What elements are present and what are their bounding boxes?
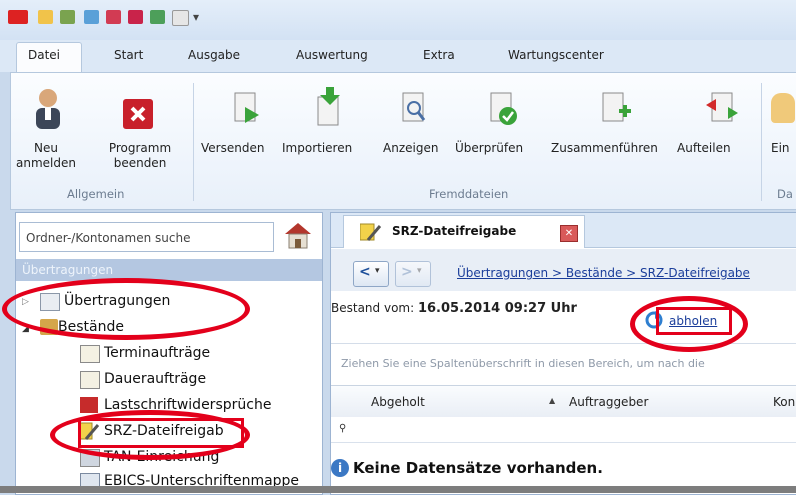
quick-access-dropdown-icon[interactable]: ▾	[193, 10, 199, 24]
objection-icon	[80, 397, 98, 413]
anzeigen-button[interactable]: Anzeigen	[383, 141, 438, 156]
column-abgeholt[interactable]: Abgeholt	[371, 395, 425, 409]
document-arrow-icon[interactable]	[84, 10, 99, 24]
split-document-icon[interactable]	[706, 91, 738, 127]
back-button[interactable]: < ▾	[353, 261, 389, 287]
expand-arrow-icon[interactable]: ▷	[22, 297, 29, 307]
navigation-bar: < ▾ > ▾ Übertragungen > Bestände > SRZ-D…	[331, 249, 796, 291]
folder-icon	[40, 319, 58, 335]
group-label-fremddateien: Fremddateien	[429, 187, 509, 201]
document-red-icon[interactable]	[106, 10, 121, 24]
document-tab-title: SRZ-Dateifreigabe	[392, 224, 517, 238]
tab-extra[interactable]: Extra	[423, 48, 455, 62]
check-document-icon[interactable]	[489, 91, 519, 127]
tab-datei[interactable]: Datei	[28, 48, 60, 62]
abholen-link[interactable]: abholen	[669, 314, 717, 328]
ueberpruefen-button[interactable]: Überprüfen	[455, 141, 523, 156]
info-icon: i	[331, 459, 349, 477]
tab-wartungscenter[interactable]: Wartungscenter	[508, 48, 604, 62]
quick-access-toolbar: ▾	[0, 0, 796, 40]
pane-header: Übertragungen	[16, 259, 322, 281]
view-document-icon[interactable]	[401, 91, 429, 127]
importieren-button[interactable]: Importieren	[282, 141, 352, 156]
group-label-partial: Da	[777, 187, 793, 201]
tab-auswertung[interactable]: Auswertung	[296, 48, 368, 62]
partial-icon[interactable]	[771, 93, 795, 123]
bestand-date: 16.05.2014 09:27 Uhr	[417, 301, 577, 316]
grid-header: Abgeholt ▲ Auftraggeber Kon	[331, 385, 796, 419]
forward-button[interactable]: > ▾	[395, 261, 431, 287]
partial-button[interactable]: Ein	[771, 141, 790, 156]
breadcrumb[interactable]: Übertragungen > Bestände > SRZ-Dateifrei…	[457, 266, 750, 280]
document-tab-srz[interactable]: SRZ-Dateifreigabe ✕	[343, 215, 585, 248]
close-tab-icon[interactable]: ✕	[560, 225, 578, 242]
folder-tree-pane: Ordner-/Kontonamen suche Übertragungen ▷…	[15, 212, 323, 495]
home-icon[interactable]	[282, 219, 314, 251]
back-arrow-icon: <	[359, 264, 371, 280]
tab-ausgabe[interactable]: Ausgabe	[188, 48, 240, 62]
zusammenfuehren-button[interactable]: Zusammenführen	[551, 141, 658, 156]
tab-start[interactable]: Start	[114, 48, 143, 62]
ribbon-tabbar: Datei Start Ausgabe Auswertung Extra War…	[0, 40, 796, 73]
folder-search-input[interactable]: Ordner-/Kontonamen suche	[19, 222, 274, 252]
column-kon[interactable]: Kon	[773, 395, 795, 409]
neu-anmelden-button[interactable]: Neu anmelden	[15, 141, 77, 171]
send-document-icon[interactable]	[233, 91, 261, 127]
group-separator	[761, 83, 762, 201]
tree-item-tan-einreichung[interactable]: TAN-Einreichung	[104, 449, 219, 465]
group-by-hint: Ziehen Sie eine Spaltenüberschrift in di…	[331, 343, 796, 385]
merge-document-icon[interactable]	[601, 91, 631, 127]
programm-beenden-button[interactable]: Programm beenden	[106, 141, 174, 171]
grid-icon[interactable]	[38, 10, 53, 24]
versenden-button[interactable]: Versenden	[201, 141, 264, 156]
image-icon[interactable]	[60, 10, 75, 24]
tree-item-dauerauftraege[interactable]: Daueraufträge	[104, 371, 206, 387]
bestand-label: Bestand vom:	[331, 301, 415, 315]
dropdown-icon: ▾	[375, 266, 380, 276]
aufteilen-button[interactable]: Aufteilen	[677, 141, 731, 156]
collapse-arrow-icon[interactable]: ◢	[22, 324, 29, 334]
tree-item-srz-dateifreigabe[interactable]: SRZ-Dateifreigab	[104, 423, 224, 439]
calendar-icon	[80, 345, 100, 363]
app-logo-icon[interactable]	[8, 10, 28, 24]
tan-icon	[80, 449, 100, 467]
calendar-repeat-icon	[80, 371, 100, 389]
ribbon: Neu anmelden Programm beenden Allgemein …	[10, 72, 796, 210]
bestand-line: Bestand vom: 16.05.2014 09:27 Uhr	[331, 301, 577, 316]
tree-item-lastschriftwidersprueche[interactable]: Lastschriftwidersprüche	[104, 397, 271, 413]
filter-row[interactable]: ⚲	[331, 417, 796, 443]
group-label-allgemein: Allgemein	[67, 187, 125, 201]
import-document-icon[interactable]	[316, 87, 344, 127]
tree-item-uebertragungen[interactable]: Übertragungen	[64, 293, 170, 309]
dropdown-icon: ▾	[417, 266, 422, 276]
empty-message: Keine Datensätze vorhanden.	[353, 459, 603, 477]
transfer-folder-icon	[40, 293, 60, 311]
pencil-document-icon	[359, 222, 382, 242]
bottom-edge	[0, 486, 796, 493]
tree-item-terminauftraege[interactable]: Terminaufträge	[104, 345, 210, 361]
filter-pin-icon: ⚲	[339, 423, 347, 434]
list-red-icon[interactable]	[128, 10, 143, 24]
close-program-icon[interactable]	[123, 99, 153, 129]
column-auftraggeber[interactable]: Auftraggeber	[569, 395, 648, 409]
print-icon[interactable]	[172, 10, 189, 26]
tree-item-bestaende[interactable]: Bestände	[58, 319, 124, 335]
forward-arrow-icon: >	[401, 264, 413, 280]
sort-ascending-icon: ▲	[549, 396, 556, 405]
window-green-icon[interactable]	[150, 10, 165, 24]
document-pane: SRZ-Dateifreigabe ✕ < ▾ > ▾ Übertragunge…	[330, 212, 796, 495]
user-icon[interactable]	[33, 87, 63, 129]
pencil-document-icon	[77, 421, 100, 441]
group-separator	[193, 83, 194, 201]
refresh-icon[interactable]	[645, 311, 663, 329]
